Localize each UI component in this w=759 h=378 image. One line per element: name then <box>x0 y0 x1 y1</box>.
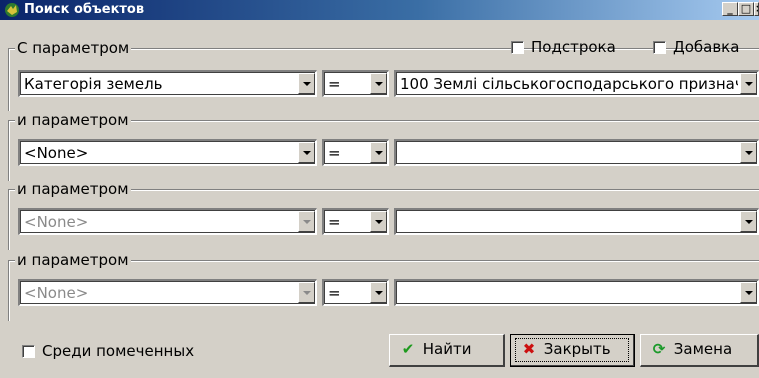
field-select-1[interactable]: Категорія земель <box>18 70 317 97</box>
chevron-down-icon[interactable] <box>740 211 757 232</box>
operator-value: = <box>328 144 341 162</box>
find-button[interactable]: ✔ Найти <box>389 334 505 367</box>
group-label: и параметром <box>15 111 131 129</box>
find-button-label: Найти <box>422 340 472 358</box>
group-label: и параметром <box>15 251 131 269</box>
chevron-down-icon[interactable] <box>740 142 757 163</box>
window-title: Поиск объектов <box>24 2 145 17</box>
group-label: С параметром <box>15 39 132 57</box>
field-value: <None> <box>24 213 89 231</box>
operator-select-2[interactable]: = <box>322 139 389 166</box>
replace-button[interactable]: ⟳ Замена <box>640 334 759 367</box>
operator-value: = <box>328 213 341 231</box>
append-label: Добавка <box>673 38 740 56</box>
chevron-down-icon[interactable] <box>370 211 387 232</box>
among-marked-checkbox[interactable] <box>22 345 35 358</box>
app-icon <box>4 2 20 18</box>
maximize-button[interactable]: □ <box>738 2 754 16</box>
chevron-down-icon[interactable] <box>298 142 315 163</box>
close-window-button[interactable]: × <box>754 2 759 16</box>
substring-checkbox[interactable] <box>511 41 524 54</box>
chevron-down-icon[interactable] <box>370 282 387 303</box>
group-label: и параметром <box>15 180 131 198</box>
field-select-3[interactable]: <None> <box>18 208 317 235</box>
value-select-4[interactable] <box>394 279 759 306</box>
value-select-2[interactable] <box>394 139 759 166</box>
value-select-3[interactable] <box>394 208 759 235</box>
append-checkbox[interactable] <box>653 41 666 54</box>
field-value: Категорія земель <box>24 75 163 93</box>
chevron-down-icon[interactable] <box>298 211 315 232</box>
field-select-2[interactable]: <None> <box>18 139 317 166</box>
operator-select-3[interactable]: = <box>322 208 389 235</box>
replace-button-label: Замена <box>673 340 733 358</box>
operator-value: = <box>328 75 341 93</box>
chevron-down-icon[interactable] <box>370 142 387 163</box>
chevron-down-icon[interactable] <box>740 282 757 303</box>
chevron-down-icon[interactable] <box>298 282 315 303</box>
title-bar: Поиск объектов _ □ × <box>0 0 759 20</box>
chevron-down-icon[interactable] <box>370 73 387 94</box>
field-value: <None> <box>24 284 89 302</box>
among-marked-label: Среди помеченных <box>42 342 195 360</box>
field-value: <None> <box>24 144 89 162</box>
substring-label: Подстрока <box>531 38 616 56</box>
refresh-icon: ⟳ <box>652 340 666 358</box>
operator-value: = <box>328 284 341 302</box>
minimize-button[interactable]: _ <box>722 2 738 16</box>
chevron-down-icon[interactable] <box>740 73 757 94</box>
chevron-down-icon[interactable] <box>298 73 315 94</box>
value-text: 100 Землі сільськогосподарського признач… <box>400 75 738 93</box>
operator-select-4[interactable]: = <box>322 279 389 306</box>
operator-select-1[interactable]: = <box>322 70 389 97</box>
close-button[interactable]: ✖ Закрыть <box>510 334 635 367</box>
field-select-4[interactable]: <None> <box>18 279 317 306</box>
value-select-1[interactable]: 100 Землі сільськогосподарського признач… <box>394 70 759 97</box>
check-icon: ✔ <box>401 340 415 358</box>
